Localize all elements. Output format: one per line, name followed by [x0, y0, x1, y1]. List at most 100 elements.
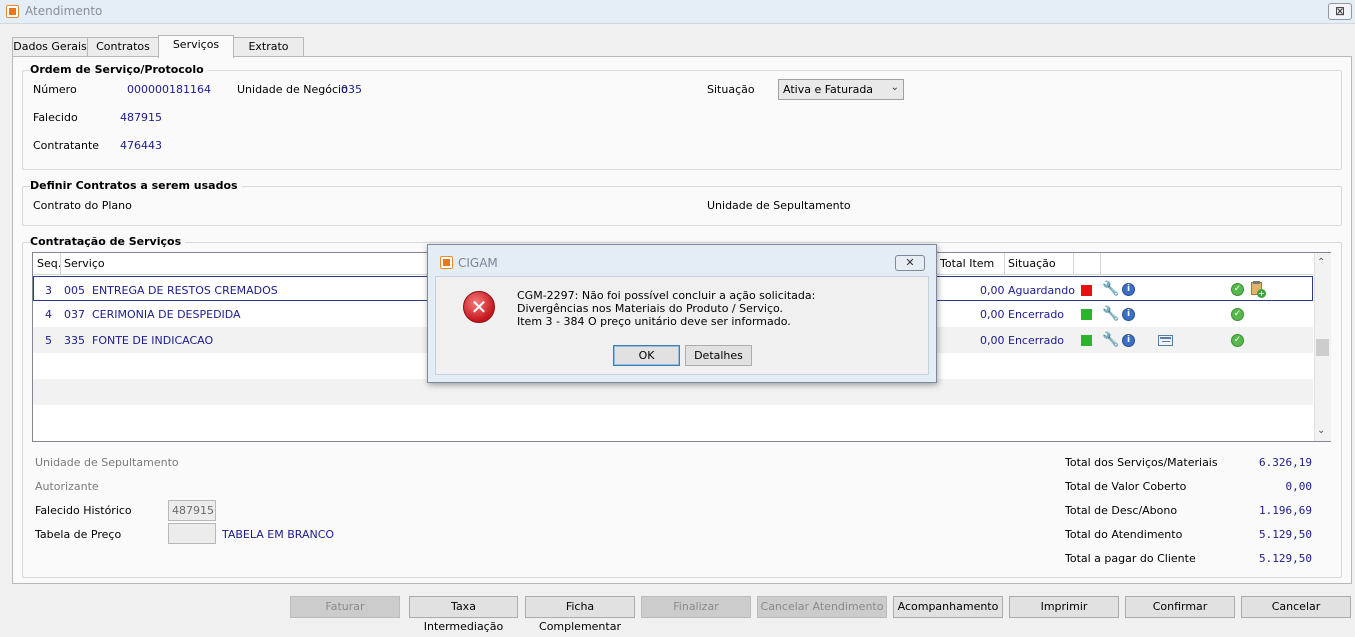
row-situacao: Encerrado — [1008, 334, 1065, 347]
row-situacao: Encerrado — [1008, 308, 1065, 321]
total-coberto-label: Total de Valor Coberto — [1065, 480, 1187, 493]
window-close-button[interactable]: ⊠ — [1328, 3, 1352, 20]
total-servicos-value: 6.326,19 — [1259, 456, 1312, 469]
header-divider — [60, 253, 61, 275]
scrollbar-thumb[interactable] — [1316, 339, 1329, 356]
total-desc-label: Total de Desc/Abono — [1065, 504, 1178, 517]
row-code: 005 — [64, 284, 85, 297]
unidade-negocio-value: 035 — [341, 83, 362, 96]
header-divider — [1073, 253, 1074, 275]
scroll-up-icon[interactable]: ⌃ — [1317, 257, 1325, 268]
wrench-icon[interactable]: 🔧 — [1102, 281, 1119, 297]
dialog-body: ✕ CGM-2297: Não foi possível concluir a … — [435, 276, 929, 375]
falecido-historico-label: Falecido Histórico — [35, 504, 132, 517]
ordem-group-title: Ordem de Serviço/Protocolo — [30, 63, 208, 76]
status-indicator — [1081, 285, 1092, 296]
falecido-historico-input[interactable]: 487915 — [168, 500, 216, 521]
taxa-intermediacao-button[interactable]: Taxa Intermediação — [409, 596, 518, 633]
confirmar-button[interactable]: Confirmar — [1125, 596, 1235, 618]
header-servico[interactable]: Serviço — [64, 257, 105, 270]
cancelar-atendimento-button[interactable]: Cancelar Atendimento — [757, 596, 887, 618]
dialog-app-logo-icon — [440, 256, 453, 269]
numero-value: 000000181164 — [127, 83, 211, 96]
dialog-message-line-1: CGM-2297: Não foi possível concluir a aç… — [517, 289, 816, 302]
numero-label: Número — [33, 83, 77, 96]
contratos-group — [22, 186, 1342, 226]
total-desc-value: 1.196,69 — [1259, 504, 1312, 517]
wrench-icon[interactable]: 🔧 — [1102, 306, 1119, 322]
tabela-preco-text: TABELA EM BRANCO — [222, 528, 335, 541]
dialog-message-line-2: Divergências nos Materiais do Produto / … — [517, 302, 784, 315]
app-logo-icon — [6, 5, 19, 18]
falecido-value[interactable]: 487915 — [120, 111, 162, 124]
dialog-ok-button[interactable]: OK — [613, 345, 680, 366]
tabela-preco-label: Tabela de Preço — [35, 528, 122, 541]
acompanhamento-button[interactable]: Acompanhamento — [893, 596, 1003, 618]
ficha-complementar-button[interactable]: Ficha Complementar — [525, 596, 635, 633]
total-servicos-label: Total dos Serviços/Materiais — [1065, 456, 1218, 469]
header-valor-total[interactable]: r Total Item — [932, 257, 994, 270]
error-dialog: CIGAM ✕ ✕ CGM-2297: Não foi possível con… — [427, 244, 937, 383]
info-icon[interactable]: i — [1122, 283, 1135, 296]
servicos-group-title: Contratação de Serviços — [30, 235, 186, 248]
dialog-details-button[interactable]: Detalhes — [685, 345, 752, 366]
imprimir-button[interactable]: Imprimir — [1009, 596, 1119, 618]
window-title: Atendimento — [25, 4, 103, 18]
ordem-group — [22, 70, 1342, 170]
clipboard-add-icon[interactable]: + — [1250, 281, 1266, 298]
header-seq[interactable]: Seq. — [37, 257, 61, 270]
total-atendimento-label: Total do Atendimento — [1065, 528, 1183, 541]
contratante-label: Contratante — [33, 139, 100, 152]
empty-row — [33, 405, 1313, 431]
row-service-name: CERIMONIA DE DESPEDIDA — [92, 308, 241, 321]
chevron-down-icon: ⌄ — [890, 82, 899, 93]
status-indicator — [1081, 335, 1092, 346]
tab-servicos[interactable]: Serviços — [158, 35, 234, 58]
scroll-down-icon[interactable]: ⌄ — [1317, 425, 1325, 436]
row-seq: 3 — [45, 284, 52, 297]
contratos-group-title: Definir Contratos a serem usados — [30, 179, 242, 192]
tab-contratos[interactable]: Contratos — [87, 37, 159, 57]
row-valor: 0,00 — [980, 308, 1005, 321]
total-pagar-value: 5.129,50 — [1259, 552, 1312, 565]
row-valor: 0,00 — [980, 334, 1005, 347]
faturar-button[interactable]: Faturar — [290, 596, 400, 618]
info-icon[interactable]: i — [1122, 308, 1135, 321]
cancelar-button[interactable]: Cancelar — [1241, 596, 1351, 618]
check-icon[interactable]: ✓ — [1231, 334, 1244, 347]
tab-extrato[interactable]: Extrato — [233, 37, 304, 57]
finalizar-button[interactable]: Finalizar — [641, 596, 751, 618]
tab-dados-gerais[interactable]: Dados Gerais — [12, 37, 88, 57]
check-icon[interactable]: ✓ — [1231, 308, 1244, 321]
contratante-value[interactable]: 476443 — [120, 139, 162, 152]
total-atendimento-value: 5.129,50 — [1259, 528, 1312, 541]
row-seq: 5 — [45, 334, 52, 347]
row-valor: 0,00 — [980, 284, 1005, 297]
dialog-title: CIGAM — [458, 256, 498, 270]
tabela-preco-input[interactable] — [168, 523, 216, 544]
check-icon[interactable]: ✓ — [1231, 283, 1244, 296]
header-divider — [1004, 253, 1005, 275]
header-situacao[interactable]: Situação — [1008, 257, 1056, 270]
title-bar — [0, 0, 1355, 24]
unidade-negocio-label: Unidade de Negócio — [237, 83, 348, 96]
status-indicator — [1081, 309, 1092, 320]
form-icon[interactable] — [1158, 335, 1173, 346]
row-code: 037 — [64, 308, 85, 321]
falecido-label: Falecido — [33, 111, 78, 124]
row-situacao: Aguardando — [1008, 284, 1075, 297]
unidade-sepultamento-label: Unidade de Sepultamento — [707, 199, 851, 212]
row-seq: 4 — [45, 308, 52, 321]
total-pagar-label: Total a pagar do Cliente — [1065, 552, 1196, 565]
header-divider — [1100, 253, 1101, 275]
wrench-icon[interactable]: 🔧 — [1102, 332, 1119, 348]
total-coberto-value: 0,00 — [1285, 480, 1313, 493]
dialog-message-line-3: Item 3 - 384 O preço unitário deve ser i… — [517, 315, 791, 328]
row-code: 335 — [64, 334, 85, 347]
info-icon[interactable]: i — [1122, 334, 1135, 347]
row-service-name: FONTE DE INDICACAO — [92, 334, 214, 347]
dialog-title-bar — [428, 245, 936, 275]
dialog-close-button[interactable]: ✕ — [895, 255, 925, 271]
error-icon: ✕ — [463, 291, 495, 323]
situacao-select[interactable]: Ativa e Faturada ⌄ — [778, 79, 904, 100]
